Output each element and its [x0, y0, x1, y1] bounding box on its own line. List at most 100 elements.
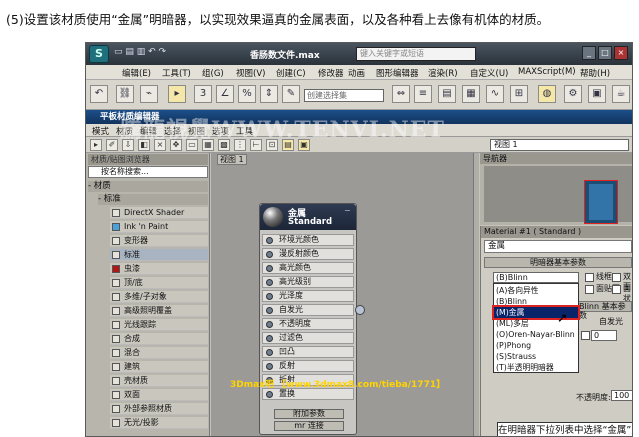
sme-menu-edit[interactable]: 编辑: [140, 125, 157, 137]
menu-modifiers[interactable]: 修改器: [318, 67, 344, 79]
maximize-icon[interactable]: □: [598, 46, 612, 60]
ribbon-icon[interactable]: ▦: [462, 85, 480, 103]
shader-option[interactable]: (A)各向异性: [494, 285, 578, 296]
render-icon[interactable]: ☕: [612, 85, 630, 103]
menu-rendering[interactable]: 渲染(R): [428, 67, 458, 79]
param-editor-icon[interactable]: ▤: [282, 139, 294, 151]
node-slot[interactable]: 反射: [262, 360, 354, 372]
edit-named-sel-icon[interactable]: ✎: [282, 85, 300, 103]
mirror-icon[interactable]: ⇔: [392, 85, 410, 103]
navigator-frame[interactable]: [584, 180, 618, 224]
pick-material-icon[interactable]: ✐: [106, 139, 118, 151]
minimize-icon[interactable]: _: [582, 46, 596, 60]
schematic-icon[interactable]: ⊞: [510, 85, 528, 103]
mr-link-button[interactable]: mr 连接: [274, 421, 344, 431]
browser-item[interactable]: 高级照明覆盖: [110, 305, 208, 317]
sme-menu-options[interactable]: 选项: [212, 125, 229, 137]
self-illum-spinner[interactable]: 0: [591, 330, 617, 341]
browser-item[interactable]: 无光/投影: [110, 417, 208, 429]
node-slot[interactable]: 光泽度: [262, 290, 354, 302]
slot-socket-icon[interactable]: [266, 349, 273, 356]
slot-socket-icon[interactable]: [266, 265, 273, 272]
slot-socket-icon[interactable]: [266, 335, 273, 342]
shader-option[interactable]: (T)半透明明暗器: [494, 362, 578, 373]
menu-views[interactable]: 视图(V): [236, 67, 265, 79]
selection-set-dropdown[interactable]: 创建选择集: [304, 89, 384, 102]
node-slot[interactable]: 高光颜色: [262, 262, 354, 274]
material-node[interactable]: 金属 Standard − 环境光颜色 漫反射颜色 高光颜色 高光级别 光泽度 自发光 不透…: [259, 203, 357, 435]
render-setup-icon[interactable]: ⚙: [564, 85, 582, 103]
snap-icon[interactable]: 3: [194, 85, 212, 103]
node-slot[interactable]: 自发光: [262, 304, 354, 316]
browser-item[interactable]: 壳材质: [110, 375, 208, 387]
menu-create[interactable]: 创建(C): [276, 67, 306, 79]
node-slot[interactable]: 凹凸: [262, 346, 354, 358]
unlink-icon[interactable]: ⌁: [140, 85, 158, 103]
menu-maxscript[interactable]: MAXScript(M): [518, 67, 576, 77]
browser-item[interactable]: DirectX Shader: [110, 207, 208, 219]
sme-menu-material[interactable]: 材质: [116, 125, 133, 137]
browser-item[interactable]: 光线跟踪: [110, 319, 208, 331]
browser-item[interactable]: 双面: [110, 389, 208, 401]
group-standard[interactable]: - 标准: [98, 194, 208, 205]
assign-material-icon[interactable]: ◧: [138, 139, 150, 151]
node-slot[interactable]: 高光级别: [262, 276, 354, 288]
shader-option[interactable]: (P)Phong: [494, 340, 578, 351]
shader-option[interactable]: (S)Strauss: [494, 351, 578, 362]
new-file-icon[interactable]: ▭ ▤ ▥ ↶ ↷: [114, 47, 166, 61]
percent-snap-icon[interactable]: %: [238, 85, 256, 103]
nav-icon[interactable]: ⊡: [266, 139, 278, 151]
slot-socket-icon[interactable]: [266, 307, 273, 314]
menu-animation[interactable]: 动画: [348, 67, 365, 79]
menu-graph-editors[interactable]: 图形编辑器: [376, 67, 419, 79]
layout-children-icon[interactable]: ⊢: [250, 139, 262, 151]
curve-editor-icon[interactable]: ∿: [486, 85, 504, 103]
menu-edit[interactable]: 编辑(E): [122, 67, 151, 79]
browser-item[interactable]: 建筑: [110, 361, 208, 373]
close-icon[interactable]: ×: [614, 46, 628, 60]
navigator-view[interactable]: [484, 166, 632, 224]
extra-params-button[interactable]: 附加参数: [274, 409, 344, 419]
browser-item[interactable]: 合成: [110, 333, 208, 345]
put-material-icon[interactable]: ⇩: [122, 139, 134, 151]
menu-help[interactable]: 帮助(H): [580, 67, 610, 79]
view-scrollbar[interactable]: [473, 153, 479, 436]
slot-socket-icon[interactable]: [266, 293, 273, 300]
shader-option[interactable]: (B)Blinn: [494, 296, 578, 307]
link-icon[interactable]: ⛓: [116, 85, 134, 103]
spinner-snap-icon[interactable]: ⇕: [260, 85, 278, 103]
slot-socket-icon[interactable]: [266, 391, 273, 398]
hide-unused-icon[interactable]: ▭: [186, 139, 198, 151]
browser-search-input[interactable]: 按名称搜索...: [88, 166, 208, 178]
node-slot[interactable]: 环境光颜色: [262, 234, 354, 246]
menu-customize[interactable]: 自定义(U): [470, 67, 508, 79]
layer-icon[interactable]: ▤: [438, 85, 456, 103]
wire-checkbox[interactable]: 线框: [585, 272, 612, 282]
angle-snap-icon[interactable]: ∠: [216, 85, 234, 103]
slot-socket-icon[interactable]: [266, 321, 273, 328]
browser-item[interactable]: 标准: [110, 249, 208, 261]
material-name-input[interactable]: 金属: [484, 240, 632, 253]
layout-icon[interactable]: ⋮: [234, 139, 246, 151]
browser-item[interactable]: Ink 'n Paint: [110, 221, 208, 233]
move-children-icon[interactable]: ✥: [170, 139, 182, 151]
opacity-spinner[interactable]: 100: [611, 390, 632, 401]
slot-socket-icon[interactable]: [266, 251, 273, 258]
browser-item[interactable]: 外部参照材质: [110, 403, 208, 415]
slot-socket-icon[interactable]: [266, 363, 273, 370]
show-map-icon[interactable]: ▦: [202, 139, 214, 151]
node-slot[interactable]: 漫反射颜色: [262, 248, 354, 260]
delete-icon[interactable]: ×: [154, 139, 166, 151]
browser-item[interactable]: 虫漆: [110, 263, 208, 275]
slot-socket-icon[interactable]: [266, 279, 273, 286]
align-icon[interactable]: ≡: [414, 85, 432, 103]
view-tab[interactable]: 视图 1: [217, 154, 247, 165]
browser-item[interactable]: 多维/子对象: [110, 291, 208, 303]
node-slot[interactable]: 不透明度: [262, 318, 354, 330]
menu-tools[interactable]: 工具(T): [162, 67, 191, 79]
browser-item[interactable]: 混合: [110, 347, 208, 359]
sme-menu-view[interactable]: 视图: [188, 125, 205, 137]
output-socket[interactable]: [355, 305, 365, 315]
search-input[interactable]: 键入关键字或短语: [356, 47, 476, 61]
render-frame-icon[interactable]: ▣: [588, 85, 606, 103]
